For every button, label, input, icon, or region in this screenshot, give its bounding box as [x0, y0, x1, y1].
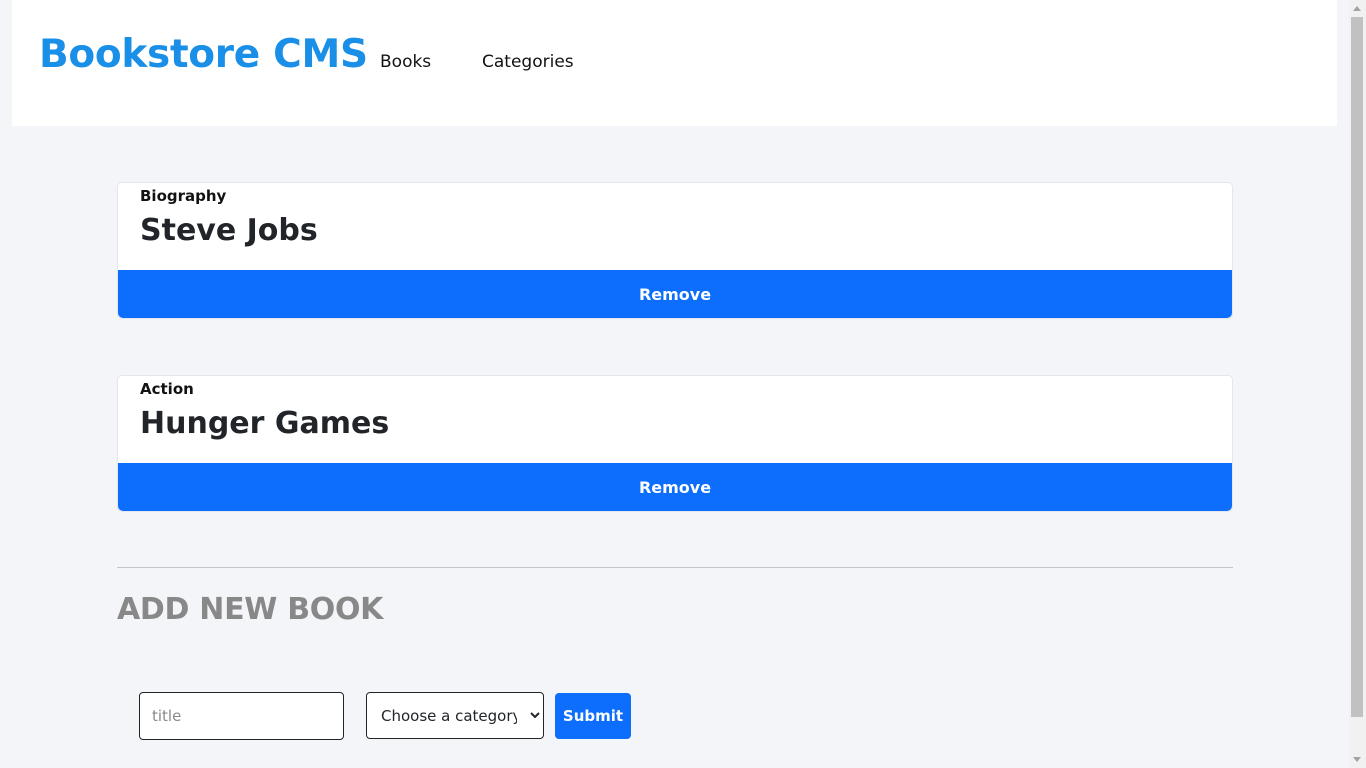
book-title-input[interactable] — [139, 692, 344, 740]
book-category: Action — [140, 380, 194, 398]
section-divider — [117, 567, 1233, 568]
book-title: Steve Jobs — [140, 213, 318, 248]
remove-book-button[interactable]: Remove — [118, 270, 1232, 318]
book-card: Biography Steve Jobs Remove — [117, 182, 1233, 319]
book-category: Biography — [140, 187, 227, 205]
book-title: Hunger Games — [140, 406, 390, 441]
page: Bookstore CMS Books Categories Biography… — [0, 0, 1349, 768]
vertical-scrollbar[interactable] — [1349, 0, 1366, 768]
scrollbar-thumb[interactable] — [1351, 17, 1363, 717]
remove-book-button[interactable]: Remove — [118, 463, 1232, 511]
scroll-down-arrow-icon[interactable] — [1353, 757, 1361, 762]
nav-link-books[interactable]: Books — [380, 52, 431, 72]
nav-link-categories[interactable]: Categories — [482, 52, 574, 72]
submit-button[interactable]: Submit — [555, 693, 631, 739]
book-card: Action Hunger Games Remove — [117, 375, 1233, 512]
app-logo: Bookstore CMS — [39, 32, 368, 77]
category-select[interactable]: Choose a category — [366, 692, 544, 739]
add-book-heading: ADD NEW BOOK — [117, 592, 384, 627]
header: Bookstore CMS Books Categories — [12, 0, 1337, 126]
scroll-up-arrow-icon[interactable] — [1353, 6, 1361, 11]
